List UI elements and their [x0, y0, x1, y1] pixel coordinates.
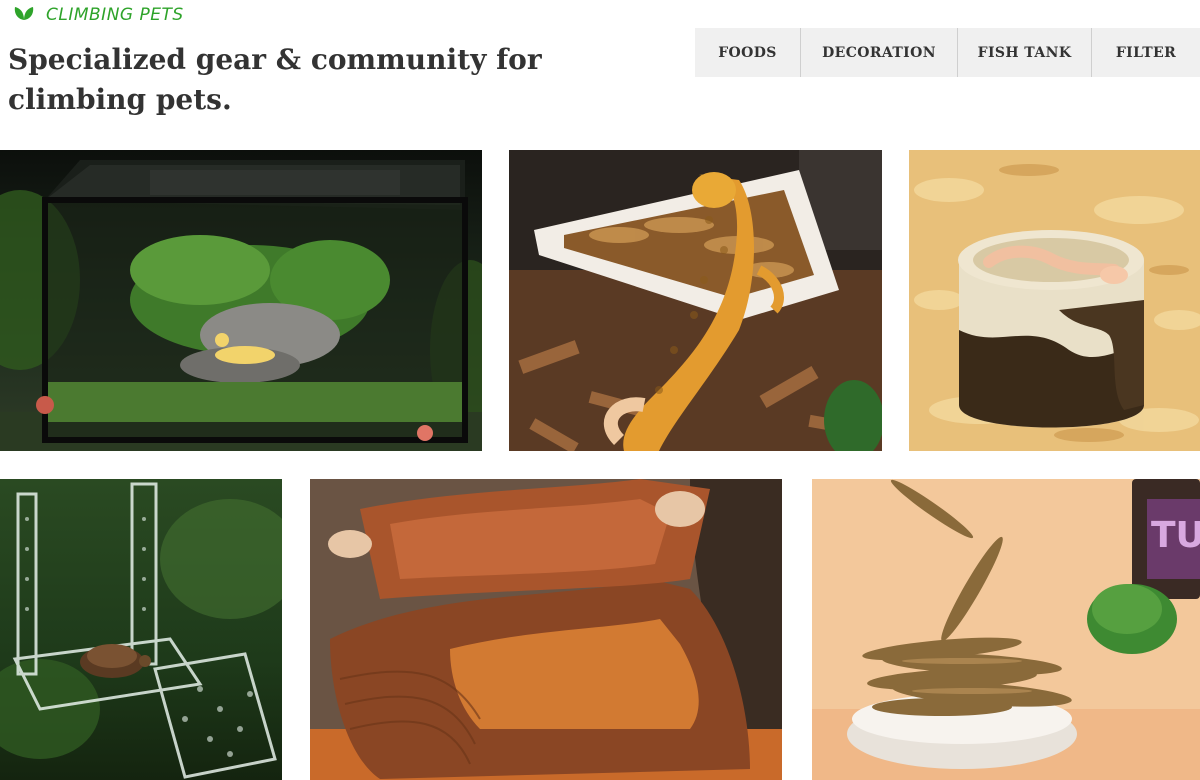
gallery-tile-turtle-platform[interactable] [0, 479, 282, 780]
dried-fish-image: TU [812, 479, 1200, 780]
nav-item-filter[interactable]: FILTER [1092, 28, 1200, 77]
gallery-tile-terrarium[interactable] [0, 150, 482, 451]
sand-tray-image [310, 479, 782, 780]
gallery-tile-dried-fish[interactable]: TU [812, 479, 1200, 780]
brand-name: CLIMBING PETS [46, 5, 184, 25]
gallery-tile-snake-bowl[interactable] [909, 150, 1200, 451]
nav-item-decoration[interactable]: DECORATION [801, 28, 958, 77]
turtle-platform-image [0, 479, 282, 780]
terrarium-image [0, 150, 482, 451]
top-nav: FOODS DECORATION FISH TANK FILTER [695, 28, 1200, 77]
snake-bowl-image [909, 150, 1200, 451]
page-tagline: Specialized gear & community for climbin… [8, 43, 542, 116]
gecko-dish-image [509, 150, 882, 451]
gallery-tile-sand-tray[interactable] [310, 479, 782, 780]
brand-logo[interactable]: CLIMBING PETS [12, 4, 184, 26]
gallery-tile-gecko-dish[interactable] [509, 150, 882, 451]
jar-label: TU [1151, 515, 1200, 556]
nav-item-foods[interactable]: FOODS [695, 28, 801, 77]
nav-item-fish-tank[interactable]: FISH TANK [958, 28, 1092, 77]
leaf-icon [12, 4, 36, 27]
